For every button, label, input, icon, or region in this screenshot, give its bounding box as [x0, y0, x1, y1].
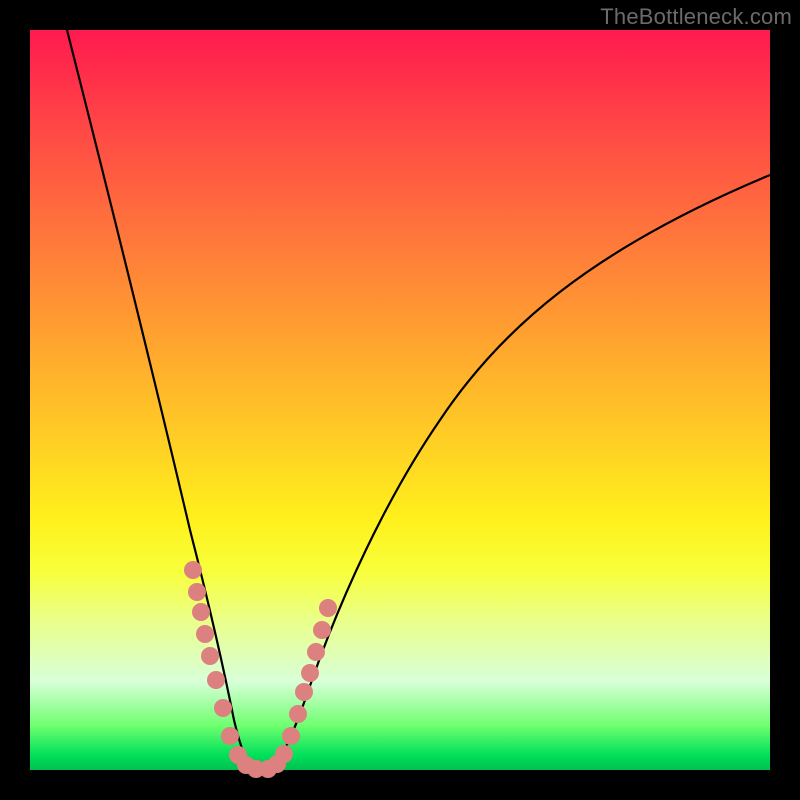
- bead: [207, 671, 225, 689]
- curve-svg: [30, 30, 770, 770]
- bead: [192, 603, 210, 621]
- beads-right-group: [259, 599, 337, 778]
- bead: [289, 705, 307, 723]
- bead: [295, 683, 313, 701]
- chart-frame: TheBottleneck.com: [0, 0, 800, 800]
- curve-group: [67, 30, 770, 770]
- watermark-text: TheBottleneck.com: [600, 4, 792, 30]
- right-curve: [260, 175, 770, 770]
- bead: [307, 643, 325, 661]
- bead: [319, 599, 337, 617]
- bead: [313, 621, 331, 639]
- plot-area: [30, 30, 770, 770]
- left-curve: [67, 30, 260, 770]
- bead: [275, 745, 293, 763]
- bead: [196, 625, 214, 643]
- bead: [201, 647, 219, 665]
- bead: [214, 699, 232, 717]
- bead: [221, 727, 239, 745]
- bead: [301, 664, 319, 682]
- bead: [188, 583, 206, 601]
- bead: [282, 727, 300, 745]
- bead: [184, 561, 202, 579]
